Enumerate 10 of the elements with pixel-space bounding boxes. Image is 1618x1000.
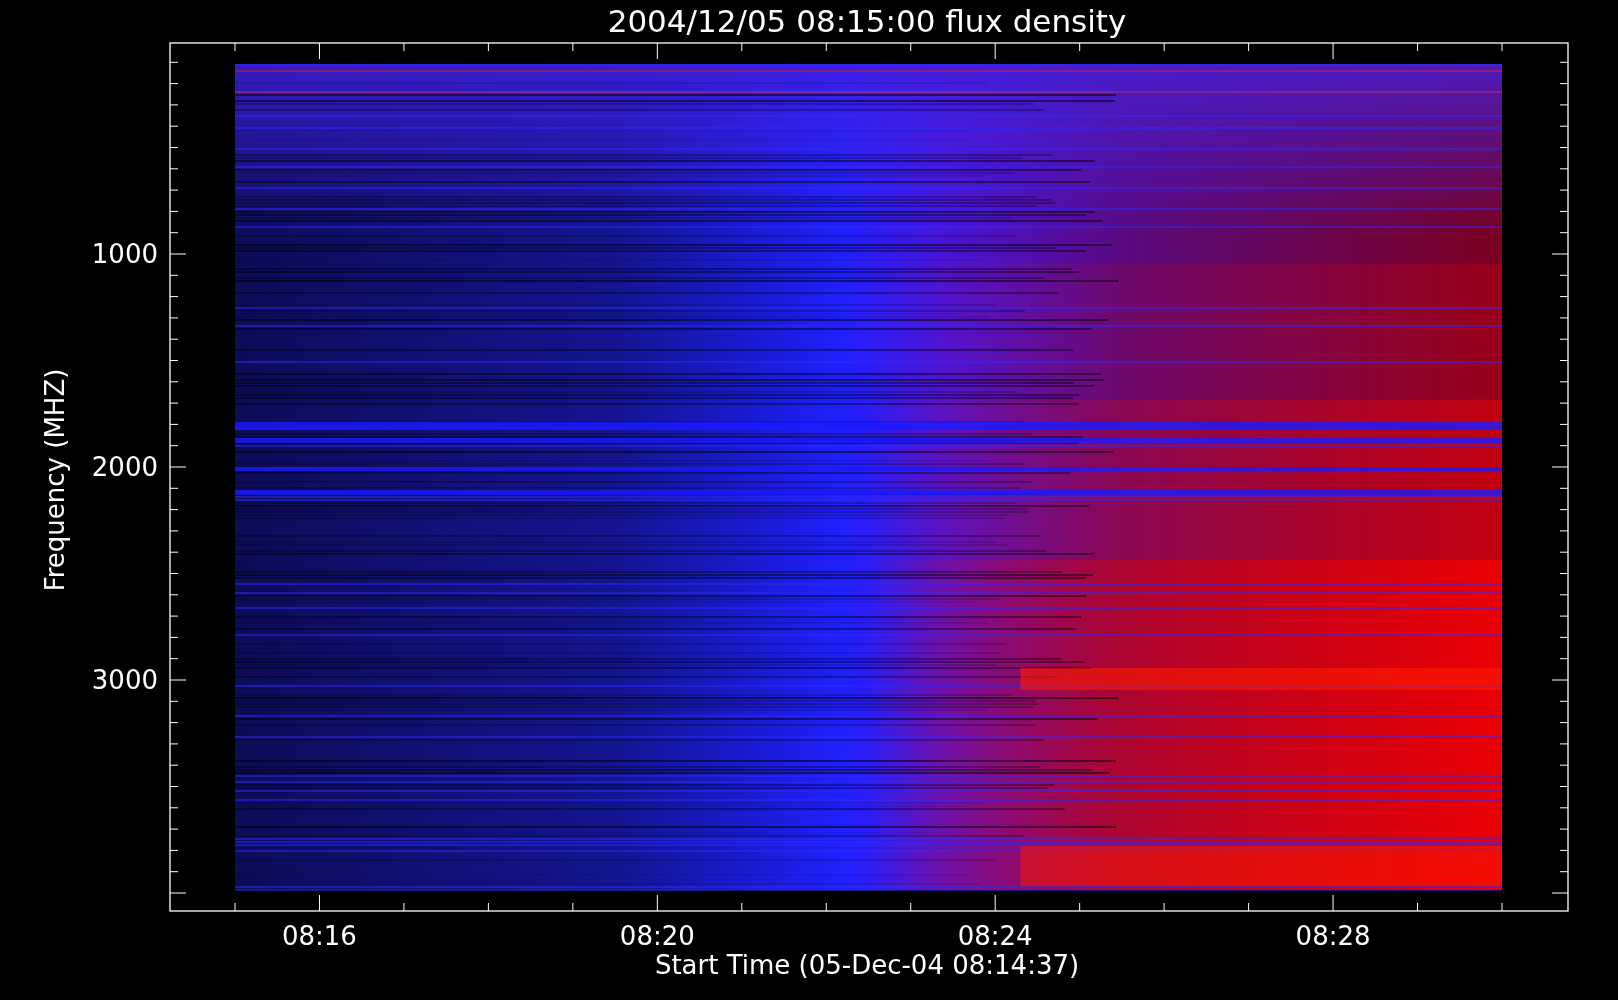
x-axis-label: Start Time (05-Dec-04 08:14:37) — [654, 950, 1080, 980]
y-tick-label: 1000 — [91, 239, 158, 269]
x-tick-label: 08:16 — [282, 921, 357, 951]
x-tick-label: 08:20 — [619, 921, 695, 951]
y-tick-label: 3000 — [91, 665, 158, 695]
y-axis-label: Frequency (MHZ) — [40, 368, 70, 592]
x-tick-label: 08:24 — [957, 921, 1033, 951]
chart-title: 2004/12/05 08:15:00 flux density — [607, 3, 1127, 39]
x-tick-label: 08:28 — [1295, 921, 1371, 951]
y-tick-label: 2000 — [91, 452, 158, 482]
